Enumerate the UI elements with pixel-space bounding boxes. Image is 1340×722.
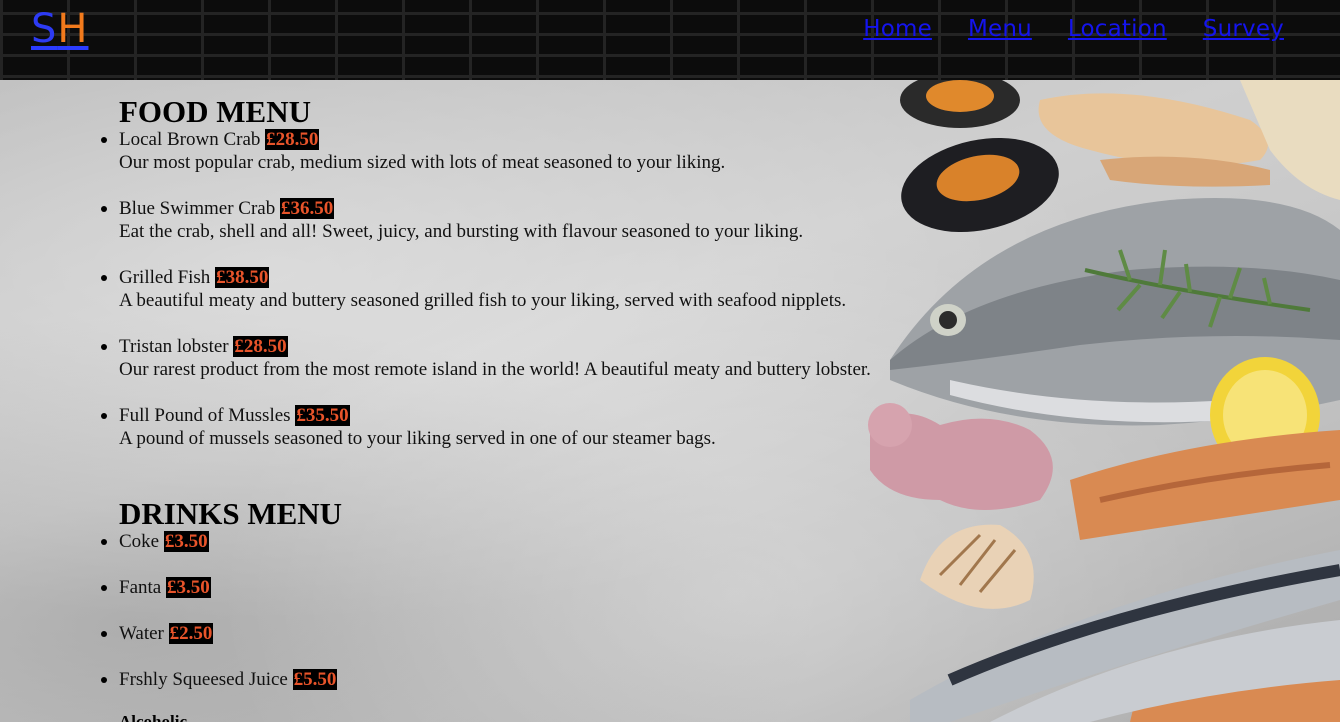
drink-item-price: £2.50: [168, 623, 214, 644]
food-item-name: Local Brown Crab: [119, 129, 261, 150]
food-menu-title: FOOD MENU: [119, 94, 312, 129]
site-logo[interactable]: SH: [31, 6, 88, 52]
menu-page-background: FOOD MENU Local Brown Crab £28.50 Our mos…: [0, 80, 1340, 722]
list-item: Grilled Fish £38.50 A beautiful meaty and…: [0, 266, 960, 335]
food-item-description: Our most popular crab, medium sized with…: [119, 152, 726, 173]
food-item-price: £28.50: [265, 129, 320, 150]
list-item: Local Brown Crab £28.50 Our most popular …: [0, 128, 960, 197]
food-item-description: A pound of mussels seasoned to your liki…: [119, 428, 716, 449]
food-item-price: £35.50: [295, 405, 350, 426]
food-item-name: Full Pound of Mussles: [119, 405, 291, 426]
nav-survey-link[interactable]: Survey: [1203, 16, 1284, 42]
logo-letter-s: S: [31, 6, 58, 52]
nav-home-link[interactable]: Home: [863, 16, 932, 42]
food-item-name: Tristan lobster: [119, 336, 229, 357]
drink-item-name: Coke: [119, 531, 160, 552]
list-item: Tristan lobster £28.50 Our rarest product…: [0, 335, 960, 404]
food-item-name: Grilled Fish: [119, 267, 211, 288]
drink-item-price: £5.50: [292, 669, 338, 690]
drink-item-name: Frshly Squeesed Juice: [119, 669, 288, 690]
main-nav: Home Menu Location Survey: [863, 16, 1284, 42]
list-item: Coke £3.50: [0, 530, 960, 576]
nav-location-link[interactable]: Location: [1068, 16, 1167, 42]
drink-item-name: Water: [119, 623, 164, 644]
food-item-name: Blue Swimmer Crab: [119, 198, 276, 219]
list-item: Blue Swimmer Crab £36.50 Eat the crab, sh…: [0, 197, 960, 266]
drink-item-name: Fanta: [119, 577, 162, 598]
food-item-description: Our rarest product from the most remote …: [119, 359, 871, 380]
alcoholic-subheading: Alcoholic: [119, 712, 187, 722]
food-item-price: £28.50: [233, 336, 288, 357]
food-item-price: £38.50: [215, 267, 270, 288]
food-item-description: Eat the crab, shell and all! Sweet, juic…: [119, 221, 804, 242]
drink-item-price: £3.50: [163, 531, 209, 552]
food-item-price: £36.50: [279, 198, 335, 219]
list-item: Full Pound of Mussles £35.50 A pound of m…: [0, 404, 960, 473]
food-menu-list: Local Brown Crab £28.50 Our most popular …: [0, 128, 960, 473]
nav-menu-link[interactable]: Menu: [968, 16, 1032, 42]
drinks-menu-title: DRINKS MENU: [119, 496, 343, 531]
list-item: Water £2.50: [0, 622, 960, 668]
drinks-menu-list: Coke £3.50 Fanta £3.50 Water £2.50 Frshl…: [0, 530, 960, 714]
header-bar: SH Home Menu Location Survey: [0, 0, 1340, 80]
food-item-description: A beautiful meaty and buttery seasoned g…: [119, 290, 847, 311]
list-item: Frshly Squeesed Juice £5.50: [0, 668, 960, 714]
logo-letter-h: H: [57, 6, 89, 52]
list-item: Fanta £3.50: [0, 576, 960, 622]
drink-item-price: £3.50: [165, 577, 211, 598]
